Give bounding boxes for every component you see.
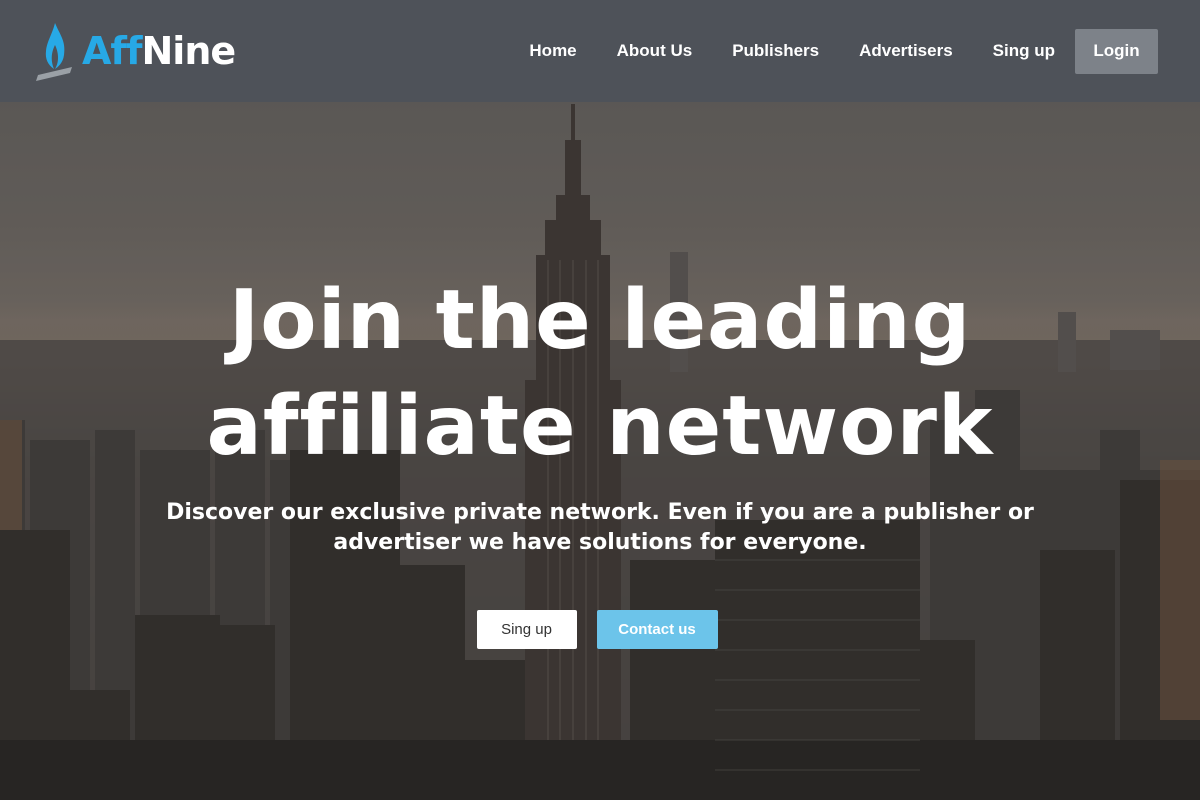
hero-content: Join the leading affiliate network Disco… [0, 268, 1200, 649]
hero-contact-button[interactable]: Contact us [596, 610, 718, 649]
hero-subtext: Discover our exclusive private network. … [166, 500, 1034, 555]
flame-logo-icon [36, 23, 72, 81]
nav-publishers[interactable]: Publishers [712, 41, 839, 61]
hero-headline: Join the leading affiliate network [206, 273, 994, 474]
top-navbar: AffNine Home About Us Publishers Adverti… [0, 0, 1200, 102]
brand-name: AffNine [82, 29, 236, 73]
brand-logo[interactable]: AffNine [34, 21, 236, 81]
nav-advertisers[interactable]: Advertisers [839, 41, 973, 61]
hero-cta-row: Sing up Contact us [0, 610, 1200, 649]
login-button[interactable]: Login [1075, 28, 1158, 74]
brand-name-part2: Nine [141, 29, 236, 73]
nav-home[interactable]: Home [509, 41, 596, 61]
hero-signup-button[interactable]: Sing up [476, 610, 577, 649]
nav-sign-up[interactable]: Sing up [973, 41, 1075, 61]
nav-about-us[interactable]: About Us [597, 41, 713, 61]
main-nav: Home About Us Publishers Advertisers Sin… [509, 28, 1158, 74]
brand-name-part1: Aff [82, 29, 142, 73]
